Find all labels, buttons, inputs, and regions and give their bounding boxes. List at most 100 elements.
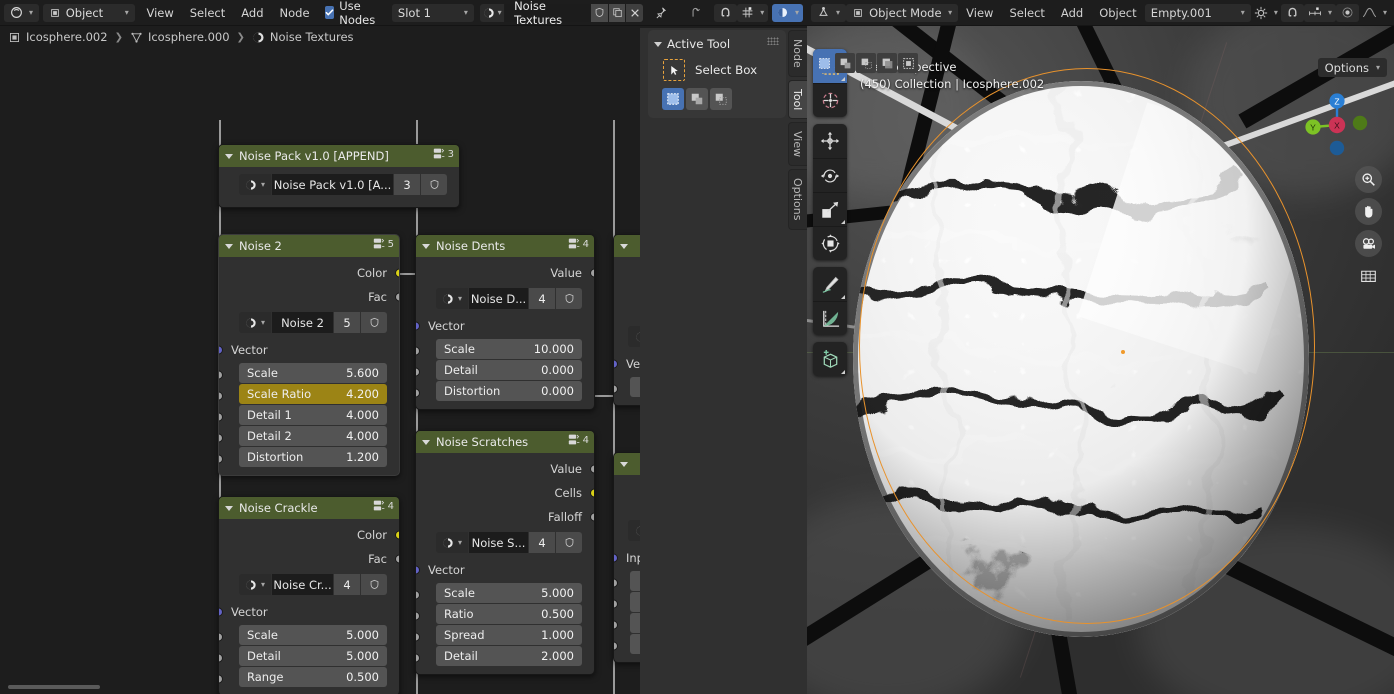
node-noise-dents[interactable]: Noise Dents 4 Value ▾ Noise D... 4 Vecto… — [415, 234, 595, 410]
node-datablock-selector[interactable]: ▾ Noise D... 4 — [436, 288, 582, 309]
viewport-canvas[interactable]: User Perspective (450) Collection | Icos… — [807, 26, 1394, 694]
copy-icon[interactable] — [608, 3, 626, 22]
output-socket-value[interactable] — [590, 268, 594, 278]
node-datablock-users[interactable]: 4 — [529, 532, 555, 553]
output-socket-color[interactable] — [395, 268, 399, 278]
input-socket-scale[interactable] — [219, 370, 223, 380]
input-socket-detail-1[interactable] — [219, 412, 223, 422]
node-param-detail[interactable]: Detail 2.000 — [416, 646, 594, 666]
tab-tool[interactable]: Tool — [788, 79, 807, 120]
pivot-icon[interactable]: ▾ — [1251, 4, 1281, 22]
output-socket-fac[interactable] — [395, 554, 399, 564]
node-param-distortion[interactable]: Distortion 1.200 — [219, 447, 399, 467]
node-input-vector[interactable]: Vector — [416, 558, 594, 582]
input-socket-detail[interactable] — [416, 653, 420, 663]
output-socket-fac[interactable] — [395, 292, 399, 302]
collapse-triangle-icon[interactable] — [620, 461, 628, 467]
material-icon[interactable]: ▾ — [239, 174, 271, 195]
input-socket-scale[interactable] — [416, 590, 420, 600]
collapse-triangle-icon[interactable] — [422, 439, 430, 445]
input-socket-clipped[interactable] — [614, 620, 618, 630]
node-input-vector[interactable]: Vector — [219, 338, 399, 362]
node-input-vector[interactable]: Vector — [219, 600, 399, 624]
snap-increment-dropdown[interactable]: ▾ — [1303, 3, 1336, 22]
camera-view-icon[interactable] — [1355, 230, 1382, 257]
node-input-vector[interactable]: Vector — [416, 314, 594, 338]
drag-grip-icon[interactable] — [767, 37, 779, 45]
node-output-fac[interactable]: Fac — [219, 285, 399, 309]
face-dot-select-icon[interactable] — [898, 53, 918, 73]
vertex-select-icon[interactable] — [835, 53, 855, 73]
object-select-icon[interactable] — [814, 53, 834, 73]
collapse-triangle-icon[interactable] — [620, 243, 628, 249]
node-datablock-selector[interactable]: ▾ Noise S... 4 — [436, 532, 582, 553]
pan-hand-icon[interactable] — [1355, 198, 1382, 225]
rotate-tool-icon[interactable] — [813, 158, 847, 192]
node-datablock-users[interactable]: 5 — [334, 312, 360, 333]
shield-icon[interactable] — [556, 532, 582, 553]
input-socket-clipped[interactable] — [614, 641, 618, 651]
snap-increment-dropdown[interactable]: ▾ — [737, 3, 769, 22]
node-noise-2[interactable]: Noise 2 5 Color Fac ▾ Noise 2 5 Vector S… — [218, 234, 400, 476]
output-socket-value[interactable] — [590, 464, 594, 474]
menu-view[interactable]: View — [958, 4, 1001, 22]
zoom-icon[interactable] — [1355, 166, 1382, 193]
active-tool-row[interactable]: Select Box — [648, 54, 786, 84]
icosphere-object[interactable] — [807, 39, 1321, 637]
node-output-color[interactable]: Color — [219, 523, 399, 547]
node-datablock-users[interactable]: 4 — [529, 288, 555, 309]
node-output-falloff[interactable]: Falloff — [416, 505, 594, 529]
active-object-dropdown[interactable]: Empty.001 ▾ — [1144, 3, 1251, 22]
node-datablock-selector[interactable]: ▾ Noise 2 5 — [239, 312, 387, 333]
input-socket-scale[interactable] — [219, 632, 223, 642]
move-tool-icon[interactable] — [813, 124, 847, 158]
node-header[interactable]: Noise Dents 4 — [416, 235, 594, 257]
input-socket-clipped[interactable] — [614, 384, 618, 394]
node-param-ratio[interactable]: Ratio 0.500 — [416, 604, 594, 624]
material-icon[interactable]: ▾ — [436, 532, 468, 553]
browse-up-icon[interactable] — [683, 4, 708, 22]
collapse-triangle-icon[interactable] — [225, 505, 233, 511]
measure-tool-icon[interactable] — [813, 301, 847, 335]
node-param-range[interactable]: Range 0.500 — [219, 667, 399, 687]
cursor-tool-icon[interactable] — [813, 83, 847, 117]
node-output-color[interactable]: Color — [219, 261, 399, 285]
node-param-detail[interactable]: Detail 5.000 — [219, 646, 399, 666]
node-datablock-users[interactable]: 3 — [394, 174, 420, 195]
output-socket-cells[interactable] — [590, 488, 594, 498]
breadcrumb-item-mesh[interactable]: Icosphere.000 — [148, 30, 230, 44]
input-socket-scale[interactable] — [416, 346, 420, 356]
ortho-persp-icon[interactable] — [1355, 262, 1382, 289]
editor-type-button[interactable]: ▾ — [4, 3, 40, 22]
shield-icon[interactable] — [361, 312, 387, 333]
node-overlay-icon[interactable]: ▾ — [771, 3, 803, 22]
close-icon[interactable] — [626, 3, 644, 22]
node-param-spread[interactable]: Spread 1.000 — [416, 625, 594, 645]
pin-icon[interactable] — [648, 4, 673, 22]
node-noise-crackle[interactable]: Noise Crackle 4 Color Fac ▾ Noise Cr... … — [218, 496, 400, 694]
menu-add[interactable]: Add — [1053, 4, 1091, 22]
shield-icon[interactable] — [361, 574, 387, 595]
node-param-scale[interactable]: Scale 10.000 — [416, 339, 594, 359]
tab-view[interactable]: View — [788, 122, 807, 167]
collapse-triangle-icon[interactable] — [225, 153, 233, 159]
output-socket-falloff[interactable] — [590, 512, 594, 522]
breadcrumb-item-object[interactable]: Icosphere.002 — [26, 30, 108, 44]
tab-options[interactable]: Options — [788, 169, 807, 230]
mode-dropdown[interactable]: Object Mode ▾ — [846, 3, 959, 22]
menu-select[interactable]: Select — [182, 4, 233, 22]
node-output-cells[interactable]: Cells — [416, 481, 594, 505]
input-socket-ratio[interactable] — [416, 611, 420, 621]
panel-header-active-tool[interactable]: Active Tool — [648, 34, 786, 54]
breadcrumb-item-material[interactable]: Noise Textures — [270, 30, 354, 44]
node-param-distortion[interactable]: Distortion 0.000 — [416, 381, 594, 401]
input-socket-range[interactable] — [219, 674, 223, 684]
collapse-triangle-icon[interactable] — [654, 41, 662, 47]
node-header[interactable]: Noise Crackle 4 — [219, 497, 399, 519]
input-socket-distortion[interactable] — [416, 388, 420, 398]
collapse-triangle-icon[interactable] — [422, 243, 430, 249]
shield-icon[interactable] — [421, 174, 447, 195]
select-extend-icon[interactable] — [686, 88, 708, 110]
material-icon[interactable]: ▾ — [239, 312, 271, 333]
use-nodes-checkbox[interactable]: Use Nodes — [321, 0, 383, 27]
